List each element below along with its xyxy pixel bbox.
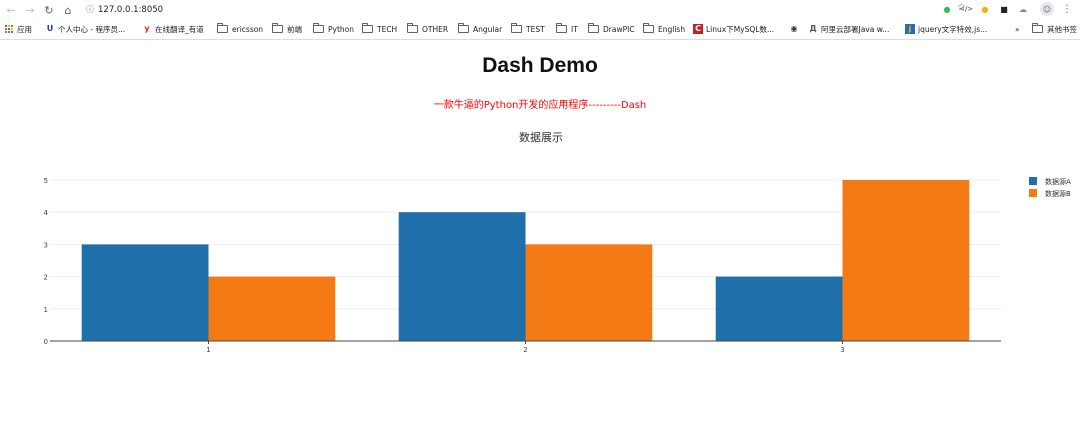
bookmark-apps[interactable]: 应用 — [5, 23, 32, 35]
u-logo-icon: U — [46, 24, 54, 33]
bookmark-label: English — [658, 24, 686, 34]
folder-icon — [1032, 23, 1043, 33]
bookmark-youdao[interactable]: y 在线翻译_有道 — [142, 23, 204, 35]
legend: 数据源A 数据源B — [1029, 177, 1071, 198]
site-info-icon[interactable]: ⓘ — [86, 4, 98, 15]
youdao-icon: y — [144, 24, 150, 33]
evernote-icon[interactable]: ● — [940, 2, 954, 16]
folder-icon — [362, 23, 373, 33]
url-text: 127.0.0.1:8050 — [98, 4, 164, 15]
y-tick-label: 3 — [44, 241, 48, 249]
bookmark-folder-frontend[interactable]: 前端 — [272, 23, 302, 35]
other-bookmarks-folder[interactable]: 其他书签 — [1032, 23, 1077, 35]
bookmark-label: DrawPIC — [603, 24, 635, 34]
bookmark-folder-angular[interactable]: Angular — [458, 23, 502, 35]
legend-label[interactable]: 数据源B — [1045, 189, 1071, 198]
bookmark-jquery[interactable]: j jquery文字特效,js... — [905, 23, 987, 35]
bookmark-label: 个人中心 - 程序员... — [58, 24, 126, 34]
bookmark-label: jquery文字特效,js... — [918, 24, 988, 34]
menu-icon[interactable]: ⋮ — [1060, 2, 1074, 16]
page-title: Dash Demo — [482, 54, 598, 77]
cloud-icon[interactable]: ☁ — [1016, 2, 1030, 16]
bars — [81, 180, 970, 341]
bookmark-label: 其他书签 — [1047, 24, 1077, 34]
bar-series-b-3[interactable] — [842, 180, 970, 341]
jquery-icon: j — [905, 24, 915, 34]
folder-icon — [217, 23, 228, 33]
folder-icon — [272, 23, 283, 33]
bar-chart: 0 1 2 3 4 5 1 2 3 数据源A 数据源B 数据展示 — [0, 120, 1080, 360]
globe-icon: ◉ — [790, 24, 798, 33]
legend-label[interactable]: 数据源A — [1045, 177, 1071, 186]
aliyun-icon: Д — [809, 24, 817, 33]
bookmark-folder-test[interactable]: TEST — [511, 23, 545, 35]
bookmark-label: 阿里云部署Java w... — [821, 24, 890, 34]
y-tick-label: 0 — [44, 338, 48, 346]
legend-swatch[interactable] — [1029, 177, 1037, 185]
bookmarks-overflow-button[interactable]: » — [1015, 23, 1020, 35]
bookmark-label: ericsson — [232, 24, 264, 34]
overflow-label: » — [1015, 24, 1020, 34]
chart-title: 数据展示 — [519, 130, 563, 144]
apps-grid-icon — [5, 25, 13, 33]
folder-icon — [511, 23, 522, 33]
legend-swatch[interactable] — [1029, 189, 1037, 197]
home-icon[interactable]: ⌂ — [59, 1, 77, 19]
bookmark-label: 应用 — [17, 24, 32, 34]
bookmark-label: OTHER — [422, 24, 449, 34]
bookmark-label: TECH — [377, 24, 398, 34]
bar-series-a-1[interactable] — [81, 244, 209, 341]
y-tick-label: 1 — [44, 306, 48, 314]
bookmark-aliyun[interactable]: Д 阿里云部署Java w... — [808, 23, 889, 35]
folder-icon — [556, 23, 567, 33]
page-subtitle: 一款牛逼的Python开发的应用程序---------Dash — [433, 100, 647, 111]
browser-toolbar: ← → ↻ ⌂ ⓘ 127.0.0.1:8050 ☆ ● </> ● ■ ☁ ☺… — [0, 0, 1080, 19]
y-tick-label: 2 — [44, 274, 48, 282]
bookmark-folder-python[interactable]: Python — [313, 23, 354, 35]
folder-icon — [588, 23, 599, 33]
bar-series-b-2[interactable] — [525, 244, 653, 341]
bookmark-label: 在线翻译_有道 — [155, 24, 204, 34]
csdn-icon: C — [693, 24, 703, 34]
avatar[interactable]: ☺ — [1040, 2, 1054, 16]
folder-icon — [643, 23, 654, 33]
y-tick-label: 5 — [44, 177, 48, 185]
bookmark-csdn-mysql[interactable]: C Linux下MySQL数... — [693, 23, 774, 35]
bookmark-folder-ericsson[interactable]: ericsson — [217, 23, 263, 35]
x-tick-label: 1 — [206, 346, 210, 354]
x-tick-label: 3 — [840, 346, 844, 354]
forward-icon[interactable]: → — [21, 1, 39, 19]
bar-series-a-2[interactable] — [398, 212, 526, 341]
back-icon[interactable]: ← — [2, 1, 20, 19]
bookmark-folder-tech[interactable]: TECH — [362, 23, 397, 35]
x-tick-label: 2 — [523, 346, 527, 354]
address-bar[interactable]: ⓘ 127.0.0.1:8050 ☆ — [86, 2, 966, 17]
folder-icon — [313, 23, 324, 33]
bookmark-label: Python — [328, 24, 354, 34]
bookmark-csdn-profile[interactable]: U 个人中心 - 程序员... — [45, 23, 125, 35]
bookmark-globe[interactable]: ◉ — [789, 23, 802, 35]
bookmark-label: TEST — [526, 24, 545, 34]
bookmark-label: Linux下MySQL数... — [706, 24, 775, 34]
bar-series-a-3[interactable] — [715, 276, 843, 341]
y-tick-label: 4 — [44, 209, 49, 217]
chart-svg: 0 1 2 3 4 5 1 2 3 数据源A 数据源B 数据展示 — [44, 130, 1071, 354]
bookmark-label: IT — [571, 24, 578, 34]
extension-icon[interactable]: ● — [978, 2, 992, 16]
folder-icon — [458, 23, 469, 33]
bookmark-label: 前端 — [287, 24, 302, 34]
bookmarks-bar: 应用 U 个人中心 - 程序员... y 在线翻译_有道 ericsson 前端… — [0, 19, 1080, 40]
bookmark-folder-drawpic[interactable]: DrawPIC — [588, 23, 635, 35]
bookmark-folder-other[interactable]: OTHER — [407, 23, 448, 35]
bar-series-b-1[interactable] — [208, 276, 336, 341]
bookmark-folder-english[interactable]: English — [643, 23, 685, 35]
bookmark-folder-it[interactable]: IT — [556, 23, 578, 35]
bookmark-label: Angular — [473, 24, 503, 34]
folder-icon — [407, 23, 418, 33]
reload-icon[interactable]: ↻ — [40, 1, 58, 19]
github-icon[interactable]: ■ — [997, 2, 1011, 16]
code-icon[interactable]: </> — [959, 2, 973, 16]
